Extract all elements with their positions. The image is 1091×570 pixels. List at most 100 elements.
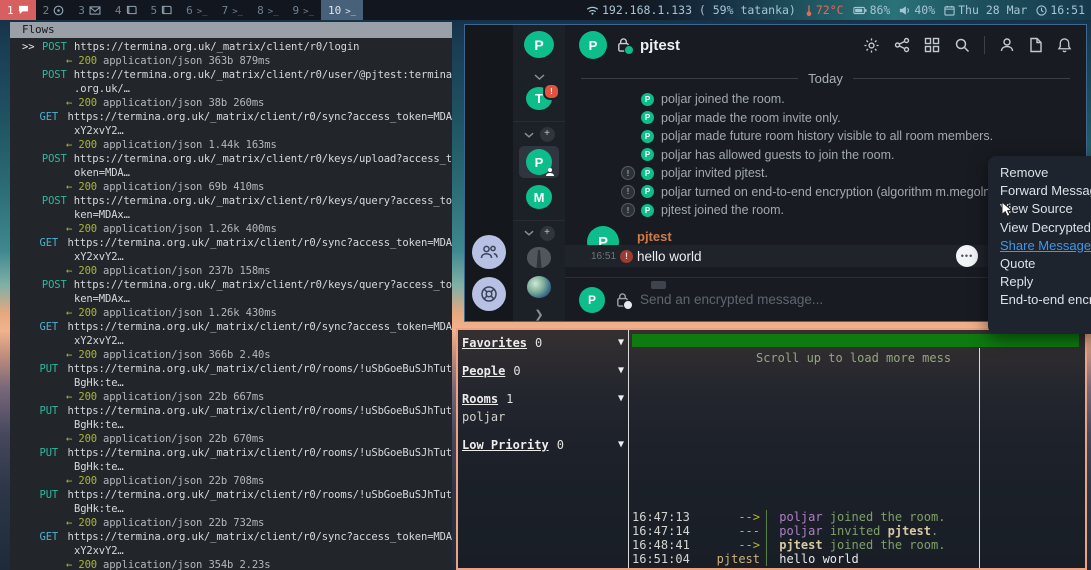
flow-url: https://termina.org.uk/_matrix/client/r0… [74,194,452,208]
workspace-number: 4 [115,4,122,17]
add-room-button[interactable]: + [540,127,555,142]
workspace-number: 7 [222,4,229,17]
room-avatar-image[interactable] [527,247,551,269]
workspace-button[interactable]: 4 [108,0,144,20]
context-menu-item[interactable]: End-to-end encryption [1000,291,1091,309]
room-item-selected[interactable]: P [519,146,559,178]
buffer-section-count: 0 [557,438,564,452]
workspace-button[interactable]: 10>_ [321,0,363,20]
files-icon[interactable] [1029,37,1043,53]
context-menu-item[interactable]: Forward Message [1000,182,1091,200]
event-text: poljar made the room invite only. [661,111,841,125]
members-icon[interactable] [999,37,1015,53]
context-menu-item[interactable]: Remove [1000,164,1091,182]
buffer-section[interactable]: Low Priority 0 ▼ [462,438,624,452]
flow-row[interactable]: GEThttps://termina.org.uk/_matrix/client… [10,236,452,250]
room-avatar-invite[interactable]: T ! [526,87,552,110]
notifications-bell-icon[interactable] [1057,37,1072,53]
buffer-room-item[interactable]: poljar [462,410,624,424]
buffer-section[interactable]: Favorites0▼ [462,336,624,350]
flow-status-code: ← 200 [66,96,97,110]
flow-row[interactable]: PUThttps://termina.org.uk/_matrix/client… [10,404,452,418]
browser-icon [53,5,64,16]
add-room-button[interactable]: + [540,226,555,241]
flow-response-meta: application/json 38b 260ms [103,96,264,110]
flow-url: https://termina.org.uk/_matrix/client/r0… [68,488,453,502]
buffer-section[interactable]: Rooms1▼ [462,392,624,406]
flow-row[interactable]: POSThttps://termina.org.uk/_matrix/clien… [10,68,452,82]
share-icon[interactable] [894,37,910,53]
room-avatar-globe[interactable] [527,276,551,298]
flow-status-code: ← 200 [66,474,97,488]
log-text-segment: pjtest [779,538,822,552]
flow-row[interactable]: POSThttps://termina.org.uk/_matrix/clien… [10,278,452,292]
chevron-down-icon[interactable] [534,74,545,80]
collapse-triangle-icon[interactable]: ▼ [618,364,624,378]
flow-marker [22,236,40,250]
room-header-avatar[interactable]: P [579,31,607,59]
flow-row[interactable]: >>POSThttps://termina.org.uk/_matrix/cli… [10,40,452,54]
collapse-triangle-icon[interactable]: ▼ [618,336,624,350]
mail-icon [89,6,101,15]
flow-row[interactable]: POSThttps://termina.org.uk/_matrix/clien… [10,194,452,208]
workspace-button[interactable]: 8>_ [250,0,285,20]
flows-list: >>POSThttps://termina.org.uk/_matrix/cli… [10,38,452,570]
flow-status-code: ← 200 [66,516,97,530]
context-menu-item[interactable]: View Decrypted Source [1000,219,1091,237]
search-icon[interactable] [954,37,970,53]
message-options-button[interactable]: ••• [956,245,978,267]
flow-row[interactable]: GEThttps://termina.org.uk/_matrix/client… [10,320,452,334]
message-input[interactable]: Send an encrypted message... [640,292,823,307]
apps-grid-icon[interactable] [924,37,940,53]
log-timestamp: 16:47:13 [632,510,690,524]
room-name: pjtest [640,37,680,54]
workspace-button[interactable]: 5 [144,0,180,20]
workspace-button[interactable]: 1 [0,0,36,20]
workspace-button[interactable]: 6>_ [179,0,214,20]
flow-marker [22,68,42,82]
event-avatar: P [641,167,654,180]
flow-row[interactable]: GEThttps://termina.org.uk/_matrix/client… [10,110,452,124]
context-menu-item[interactable]: Reply [1000,273,1091,291]
context-menu-item[interactable]: Share Message [1000,237,1091,255]
chevron-down-icon[interactable] [524,132,534,138]
workspace-button[interactable]: 2 [36,0,72,20]
flow-row[interactable]: POSThttps://termina.org.uk/_matrix/clien… [10,152,452,166]
wifi-icon [586,5,599,16]
buffer-section[interactable]: People0▼ [462,364,624,378]
workspace-button[interactable]: 7>_ [215,0,250,20]
collapse-triangle-icon[interactable]: ▼ [618,392,624,406]
flow-marker [22,278,42,292]
flow-method: POST [42,278,74,292]
flow-method: GET [40,320,68,334]
settings-gear-icon[interactable] [863,37,880,54]
context-menu-item[interactable]: Quote [1000,255,1091,273]
flow-marker [22,152,42,166]
flow-row[interactable]: PUThttps://termina.org.uk/_matrix/client… [10,362,452,376]
log-text-segment: poljar [779,510,822,524]
buffer-section-label: Low Priority [462,438,549,452]
community-button[interactable] [472,235,506,269]
flow-url-wrap: oken=MDA… [74,166,130,180]
chat-log-line: 16:47:14---▏poljar invited pjtest. [632,524,979,538]
help-button[interactable] [472,277,506,311]
flow-marker [22,530,40,544]
flow-row[interactable]: PUThttps://termina.org.uk/_matrix/client… [10,446,452,460]
room-avatar[interactable]: M [526,185,552,208]
buffer-panel: Favorites0▼People0▼Rooms1▼poljarLow Prio… [458,330,628,568]
chevron-down-icon[interactable] [524,230,534,236]
flow-row[interactable]: PUThttps://termina.org.uk/_matrix/client… [10,488,452,502]
event-avatar: P [641,130,654,143]
event-warning-slot: ! [621,203,641,217]
buffer-section-count: 1 [506,392,513,406]
user-avatar[interactable]: P [524,31,554,58]
log-text-segment: poljar [779,524,822,538]
collapse-triangle-icon[interactable]: ▼ [618,438,624,452]
flow-row[interactable]: GEThttps://termina.org.uk/_matrix/client… [10,530,452,544]
workspace-button[interactable]: 9>_ [286,0,321,20]
temperature-label: 72°C [816,3,844,17]
warning-icon: ! [621,203,635,217]
workspace-button[interactable]: 3 [71,0,108,20]
chevron-right-icon[interactable]: ❯ [534,308,543,321]
terminal-icon: >_ [197,4,208,17]
